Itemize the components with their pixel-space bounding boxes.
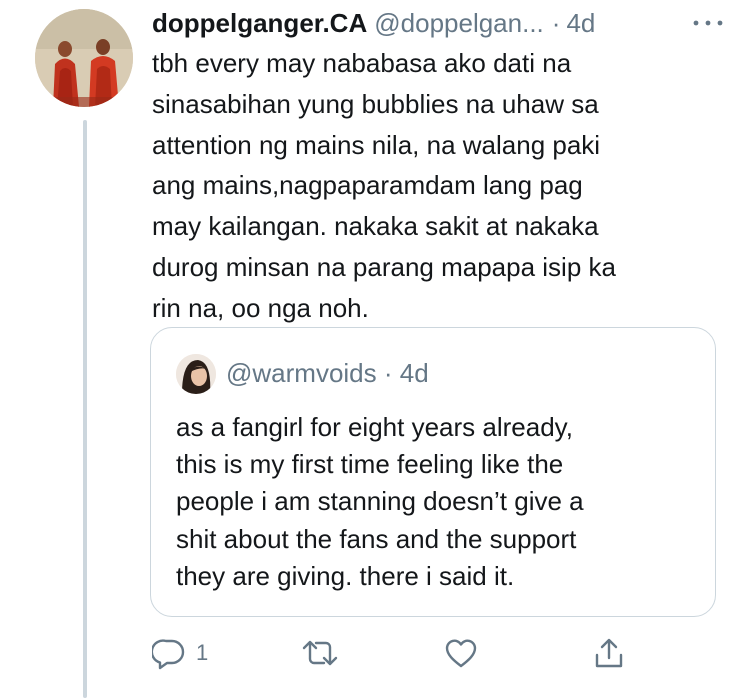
quoted-timestamp: 4d bbox=[399, 358, 429, 388]
quoted-avatar bbox=[176, 354, 216, 394]
quoted-user-handle: @warmvoids bbox=[226, 358, 377, 388]
quoted-text-line: this is my first time feeling like the bbox=[176, 449, 564, 480]
timestamp[interactable]: 4d bbox=[566, 6, 595, 40]
separator-dot: · bbox=[383, 358, 393, 388]
tweet-text-line: tbh every may nababasa ako dati na bbox=[152, 48, 572, 78]
user-handle[interactable]: @doppelgan... bbox=[374, 6, 544, 40]
tweet-text-line: may kailangan. nakaka sakit at nakaka bbox=[152, 211, 599, 242]
quoted-text-line: as a fangirl for eight years already, bbox=[176, 412, 573, 442]
tweet-text-line: rin na, oo nga noh. bbox=[152, 292, 369, 323]
reply-count: 1 bbox=[196, 640, 209, 665]
avatar[interactable] bbox=[35, 9, 133, 107]
quoted-text-line: people i am stanning doesn’t give a bbox=[176, 486, 584, 517]
share-button[interactable] bbox=[592, 636, 626, 670]
like-button[interactable] bbox=[444, 636, 478, 670]
quoted-tweet-text: as a fangirl for eight years already, th… bbox=[176, 409, 696, 595]
more-options-button[interactable] bbox=[684, 6, 732, 40]
display-name[interactable]: doppelganger.CA bbox=[152, 6, 367, 40]
quoted-tweet-header: @warmvoids · 4d bbox=[226, 356, 429, 390]
retweet-button[interactable] bbox=[300, 636, 340, 670]
heart-icon bbox=[445, 639, 477, 668]
tweet-text-line: ang mains,nagpaparamdam lang pag bbox=[152, 170, 583, 201]
more-horizontal-icon bbox=[693, 20, 723, 26]
reply-icon bbox=[152, 639, 185, 670]
tweet-header: doppelganger.CA @doppelgan... · 4d bbox=[152, 6, 732, 40]
tweet-text: tbh every may nababasa ako dati na sinas… bbox=[152, 43, 732, 329]
tweet-text-line: attention ng mains nila, na walang paki bbox=[152, 129, 601, 160]
tweet-text-line: durog minsan na parang mapapa isip ka bbox=[152, 251, 616, 282]
tweet-text-line: sinasabihan yung bubblies na uhaw sa bbox=[152, 88, 599, 119]
share-icon bbox=[595, 638, 623, 668]
retweet-icon bbox=[302, 640, 338, 666]
quoted-avatar-image bbox=[176, 354, 216, 394]
thread-line bbox=[83, 120, 87, 698]
quoted-text-line: they are giving. there i said it. bbox=[176, 560, 515, 591]
reply-button[interactable]: 1 bbox=[152, 636, 208, 670]
separator-dot: · bbox=[551, 8, 561, 38]
avatar-image bbox=[35, 9, 133, 107]
quoted-text-line: shit about the fans and the support bbox=[176, 523, 577, 554]
